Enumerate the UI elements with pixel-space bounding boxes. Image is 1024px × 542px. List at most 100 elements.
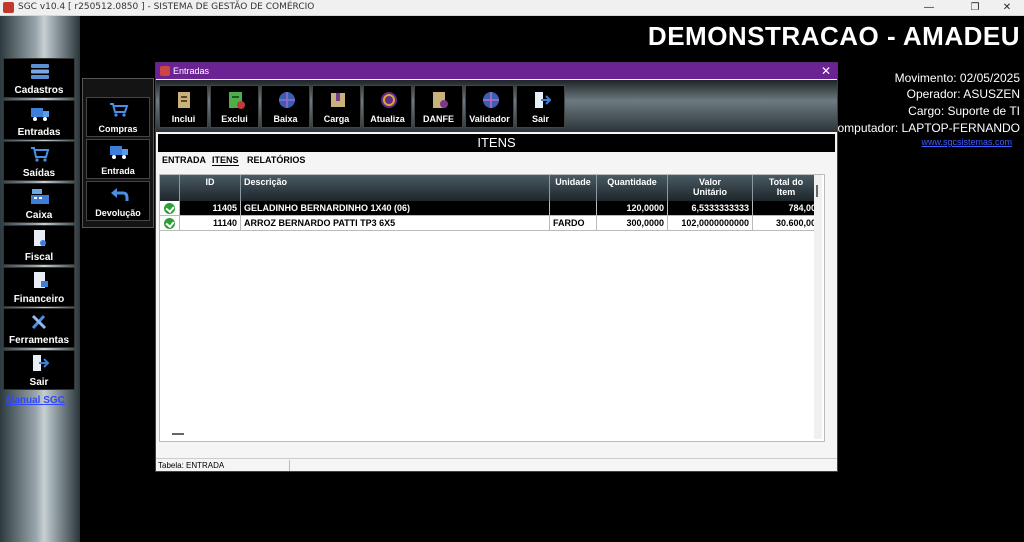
table-row[interactable]: 11140 ARROZ BERNARDO PATTI TP3 6X5 FARDO… [160,216,820,231]
column-header-quantidade[interactable]: Quantidade [597,175,668,201]
sidebar-item-ferramentas[interactable]: Ferramentas [3,308,75,348]
sidebar-item-caixa[interactable]: Caixa [3,183,75,223]
carga-button[interactable]: Carga [312,85,361,128]
app-icon [3,2,14,13]
sidebar-item-label: Entradas [17,127,61,138]
cart-icon [31,147,50,162]
cell-valor-unitario: 102,0000000000 [668,216,753,231]
column-header-valor-unitario[interactable]: Valor Unitário [668,175,753,201]
operador-info: Operador: ASUSZEN [906,87,1020,101]
sidebar-item-label: Ferramentas [8,335,70,346]
column-header-indicator [160,175,180,201]
close-dialog-button[interactable]: ✕ [821,64,831,78]
tab-itens[interactable]: ITENS [212,155,239,166]
submenu-item-devolucao[interactable]: Devolução [86,181,150,221]
status-bar: Tabela: ENTRADA [156,458,837,471]
horizontal-scroll-indicator[interactable] [172,433,184,435]
cell-descricao: ARROZ BERNARDO PATTI TP3 6X5 [241,216,550,231]
column-header-descricao[interactable]: Descrição [241,175,550,201]
cargo-info: Cargo: Suporte de TI [908,104,1020,118]
table-row[interactable]: 11405 GELADINHO BERNARDINHO 1X40 (06) 12… [160,201,820,216]
cell-id: 11405 [180,201,241,216]
toolbar-label: Baixa [273,114,298,124]
submenu-item-label: Devolução [95,208,141,218]
sidebar-item-label: Sair [29,377,49,388]
exit-door-icon [33,355,50,371]
atualiza-button[interactable]: Atualiza [363,85,412,128]
toolbar-label: Exclui [221,114,248,124]
sidebar-item-label: Saídas [22,168,56,179]
invoice-icon [34,272,48,288]
os-window-title: SGC v10.4 [ r250512.0850 ] - SISTEMA DE … [18,2,315,12]
sidebar: Cadastros Entradas Saídas Caixa Fiscal F… [0,16,80,542]
check-icon [164,203,175,214]
truck-icon [110,146,128,159]
exclui-button[interactable]: Exclui [210,85,259,128]
cell-total: 30.600,00 [753,216,820,231]
tab-relatorios[interactable]: RELATÓRIOS [247,155,305,165]
sidebar-item-entradas[interactable]: Entradas [3,100,75,140]
column-header-unidade[interactable]: Unidade [550,175,597,201]
app-icon [160,66,170,76]
sidebar-item-saidas[interactable]: Saídas [3,141,75,181]
add-document-icon [178,92,190,108]
sidebar-item-sair[interactable]: Sair [3,350,75,390]
items-table: ID Descrição Unidade Quantidade Valor Un… [159,174,825,442]
check-icon [164,218,175,229]
toolbar-label: DANFE [423,114,454,124]
truck-icon [31,108,49,121]
cell-descricao: GELADINHO BERNARDINHO 1X40 (06) [241,201,550,216]
submenu-item-label: Compras [98,124,138,134]
status-table-name: Tabela: ENTRADA [158,461,225,470]
refresh-icon [381,92,397,108]
computador-info: Computador: LAPTOP-FERNANDO [828,121,1020,135]
dialog-titlebar: Entradas ✕ [156,63,837,79]
cell-quantidade: 300,0000 [597,216,668,231]
danfe-button[interactable]: DANFE [414,85,463,128]
section-title: ITENS [158,134,835,152]
sair-button[interactable]: Sair [516,85,565,128]
sidebar-item-financeiro[interactable]: Financeiro [3,267,75,307]
minimize-button[interactable]: — [912,0,946,16]
status-divider [289,460,290,471]
tools-icon [31,314,47,330]
stack-icon [31,64,49,79]
entradas-dialog: Entradas ✕ Inclui Exclui Baixa Carga Atu… [155,62,838,472]
inclui-button[interactable]: Inclui [159,85,208,128]
baixa-button[interactable]: Baixa [261,85,310,128]
globe-validate-icon [483,92,499,108]
sidebar-item-label: Fiscal [24,252,54,263]
cell-quantidade: 120,0000 [597,201,668,216]
submenu-item-entrada[interactable]: Entrada [86,139,150,179]
os-titlebar: SGC v10.4 [ r250512.0850 ] - SISTEMA DE … [0,0,1024,16]
submenu-item-label: Entrada [101,166,135,176]
cell-unidade [550,201,597,216]
manual-sgc-link[interactable]: Manual SGC [6,395,65,406]
cart-icon [110,103,129,117]
company-name: DEMONSTRACAO - AMADEU [647,21,1020,51]
column-header-id[interactable]: ID [180,175,241,201]
vertical-scrollbar[interactable] [814,175,822,439]
scroll-thumb[interactable] [816,185,818,197]
website-link[interactable]: www.sgcsistemas.com [921,137,1012,147]
entradas-submenu: Compras Entrada Devolução [82,78,154,228]
column-header-total[interactable]: Total do Item [753,175,820,201]
sidebar-item-fiscal[interactable]: Fiscal [3,225,75,265]
toolbar-label: Atualiza [370,114,405,124]
sidebar-item-label: Financeiro [13,294,65,305]
maximize-button[interactable]: ❐ [958,0,992,16]
toolbar-label: Carga [323,114,350,124]
globe-download-icon [279,92,295,108]
sidebar-item-cadastros[interactable]: Cadastros [3,58,75,98]
close-window-button[interactable]: ✕ [990,0,1024,16]
toolbar-label: Inclui [171,114,196,124]
table-header: ID Descrição Unidade Quantidade Valor Un… [160,175,820,201]
return-arrow-icon [111,188,129,201]
document-icon [34,230,46,246]
submenu-item-compras[interactable]: Compras [86,97,150,137]
tab-entrada[interactable]: ENTRADA [162,155,206,165]
validador-button[interactable]: Validador [465,85,514,128]
delete-document-icon [229,92,245,109]
row-status [160,216,180,231]
cell-total: 784,00 [753,201,820,216]
